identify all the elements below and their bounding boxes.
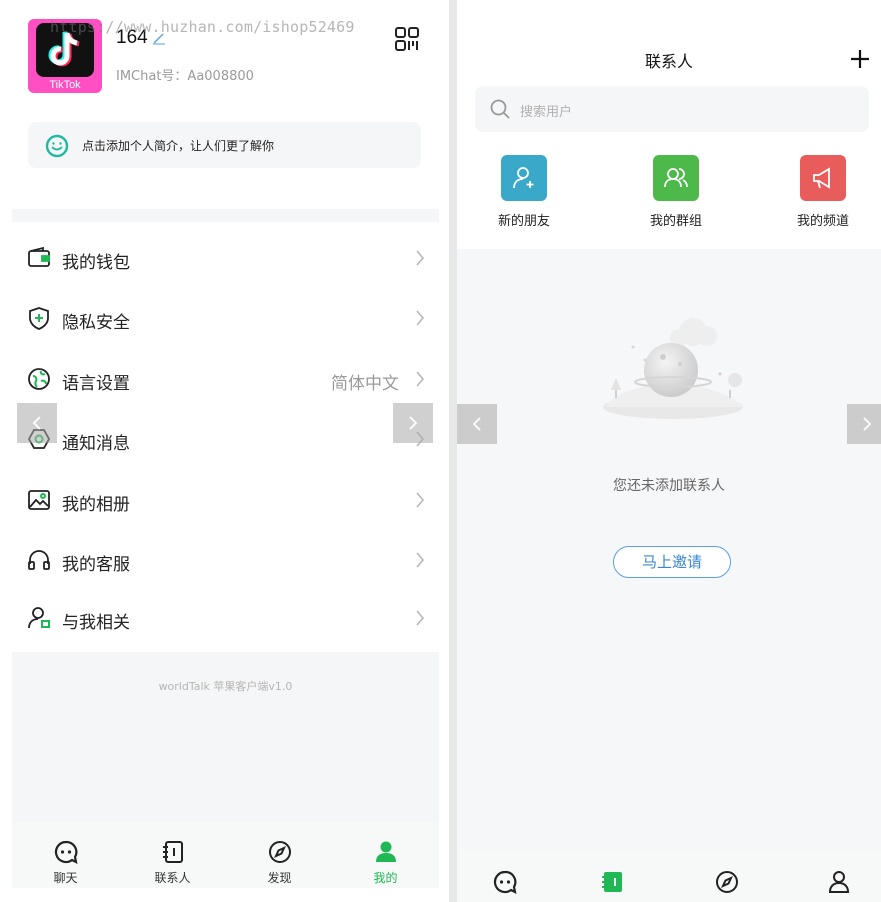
album-icon (27, 488, 51, 512)
chevron-right-icon (415, 371, 425, 391)
contacts-icon[interactable] (601, 870, 625, 898)
search-icon (490, 99, 510, 123)
carousel-next-button[interactable] (847, 404, 881, 444)
avatar-caption: TikTok (49, 79, 81, 91)
compass-icon[interactable] (715, 870, 739, 898)
chevron-right-icon (415, 610, 425, 630)
add-icon[interactable] (850, 49, 870, 73)
tab-contacts[interactable]: 联系人 (119, 822, 226, 888)
page-title: 联系人 (644, 52, 693, 71)
menu-label: 隐私安全 (62, 313, 130, 333)
menu-item-customer-service[interactable]: 我的客服 (12, 530, 439, 590)
bottom-tab-bar: 聊天 联系人 发现 我的 (12, 822, 439, 888)
add-friend-icon (501, 155, 547, 201)
screenshot-root: TikTok 164 IMChat号：Aa008800 https://www.… (0, 0, 881, 902)
chevron-right-icon (415, 492, 425, 512)
chevron-right-icon (415, 250, 425, 270)
carousel-next-button[interactable] (393, 403, 433, 443)
chevron-right-icon (415, 310, 425, 330)
menu-item-album[interactable]: 我的相册 (12, 470, 439, 530)
empty-state-text: 您还未添加联系人 (613, 478, 725, 494)
quick-action-label: 新的朋友 (497, 214, 550, 229)
wallet-icon (27, 246, 51, 270)
chevron-right-icon (409, 416, 418, 430)
tab-me[interactable]: 我的 (332, 822, 439, 888)
profile-icon (374, 840, 398, 868)
profile-icon[interactable] (827, 870, 851, 898)
megaphone-icon (800, 155, 846, 201)
chat-icon[interactable] (493, 870, 517, 898)
chat-icon (54, 840, 78, 868)
menu-label: 通知消息 (62, 434, 130, 454)
menu-label: 我的钱包 (62, 253, 130, 273)
menu-item-wallet[interactable]: 我的钱包 (12, 228, 439, 288)
menu-label: 我的相册 (62, 495, 130, 515)
chevron-left-icon (472, 417, 481, 431)
shield-icon (27, 306, 51, 330)
empty-illustration-icon (585, 312, 765, 426)
tab-chat[interactable]: 聊天 (12, 822, 119, 888)
bottom-tab-bar (457, 852, 881, 902)
chevron-left-icon (32, 416, 41, 430)
bio-prompt[interactable]: 点击添加个人简介，让人们更了解你 (28, 122, 421, 168)
menu-label: 我的客服 (62, 555, 130, 575)
menu-item-related[interactable]: 与我相关 (12, 588, 439, 648)
invite-button[interactable]: 马上邀请 (613, 546, 731, 578)
chevron-right-icon (863, 417, 872, 431)
language-value: 简体中文 (331, 374, 399, 394)
my-groups-button[interactable]: 我的群组 (621, 155, 731, 229)
tab-label: 聊天 (53, 871, 78, 885)
contacts-icon (161, 840, 185, 868)
menu-label: 语言设置 (62, 374, 130, 394)
menu-item-notifications[interactable]: 通知消息 (12, 409, 439, 469)
menu-item-privacy[interactable]: 隐私安全 (12, 288, 439, 348)
profile-screen: TikTok 164 IMChat号：Aa008800 https://www.… (0, 0, 449, 902)
compass-icon (268, 840, 292, 868)
qr-code-icon[interactable] (394, 26, 420, 56)
carousel-prev-button[interactable] (17, 403, 57, 443)
quick-action-label: 我的群组 (649, 214, 702, 229)
tab-label: 发现 (267, 871, 292, 885)
smile-icon (45, 134, 69, 161)
tab-label: 联系人 (154, 871, 191, 885)
version-text: worldTalk 苹果客户端v1.0 (158, 680, 293, 693)
bio-prompt-text: 点击添加个人简介，让人们更了解你 (82, 139, 275, 153)
tab-label: 我的 (373, 871, 398, 885)
tab-discover[interactable]: 发现 (226, 822, 333, 888)
im-id: IMChat号：Aa008800 (116, 69, 254, 84)
chevron-right-icon (415, 552, 425, 572)
menu-label: 与我相关 (62, 613, 130, 633)
group-icon (653, 155, 699, 201)
user-related-icon (27, 606, 51, 630)
headset-icon (27, 548, 51, 572)
contacts-screen: 联系人 搜索用户 新的朋友 我的群组 我的频道 您还未添加联系人 马上邀请 (457, 0, 881, 902)
quick-action-label: 我的频道 (796, 214, 849, 229)
my-channels-button[interactable]: 我的频道 (768, 155, 878, 229)
menu-item-language[interactable]: 语言设置 简体中文 (12, 349, 439, 409)
carousel-prev-button[interactable] (457, 404, 497, 444)
search-placeholder: 搜索用户 (520, 105, 573, 120)
watermark-text: https://www.huzhan.com/ishop52469 (50, 18, 355, 36)
section-divider (12, 209, 439, 222)
new-friends-button[interactable]: 新的朋友 (469, 155, 579, 229)
search-input[interactable]: 搜索用户 (475, 86, 869, 132)
panel-divider (449, 0, 457, 902)
language-icon (27, 367, 51, 391)
